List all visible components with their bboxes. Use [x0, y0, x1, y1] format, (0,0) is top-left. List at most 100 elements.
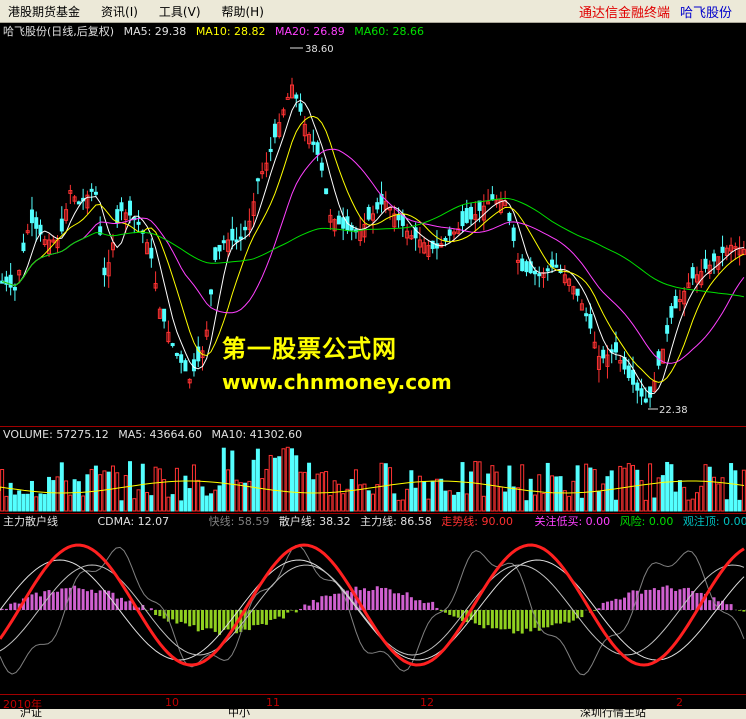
- candle-body: [59, 218, 64, 232]
- candle-body: [230, 228, 235, 241]
- indicator-bar: [439, 610, 443, 612]
- indicator-bar: [30, 594, 34, 610]
- candle-body: [366, 206, 371, 220]
- volume-bar: [541, 493, 546, 512]
- indicator-bar: [414, 600, 418, 610]
- candle-body: [643, 398, 648, 403]
- volume-bar: [686, 499, 691, 512]
- indicator-bar: [674, 590, 678, 610]
- indicator-bar: [742, 610, 746, 612]
- volume-bar: [635, 469, 640, 512]
- indicator-bar: [486, 610, 490, 626]
- fast-line-value: 快线: 58.59: [208, 515, 270, 528]
- candle-body: [507, 212, 512, 222]
- candle-body: [119, 202, 124, 212]
- volume-bar: [196, 479, 201, 512]
- menu-hk-futures[interactable]: 港股期货基金: [0, 3, 93, 20]
- ma20-value: MA20: 26.89: [275, 25, 345, 38]
- candle-body: [601, 349, 606, 359]
- volume-bar: [371, 493, 375, 512]
- indicator-bar: [154, 610, 158, 615]
- candle-body: [29, 209, 34, 224]
- indicator-bar: [218, 610, 222, 635]
- indicator-bar: [524, 610, 528, 629]
- candle-body: [469, 206, 474, 220]
- candle-body: [324, 188, 329, 195]
- indicator-bar: [367, 590, 371, 610]
- volume-bar: [47, 476, 52, 512]
- volume-bar: [324, 471, 329, 512]
- volume-bar: [473, 460, 478, 512]
- trend-line-value: 走势线: 90.00: [441, 515, 513, 528]
- price-chart[interactable]: 38.60 22.38: [0, 40, 746, 426]
- high-label: 38.60: [305, 44, 334, 55]
- status-server[interactable]: 深圳行情主站: [580, 709, 646, 719]
- indicator-bar: [478, 610, 482, 626]
- volume-bar: [200, 486, 205, 512]
- candle-body: [554, 264, 559, 268]
- candle-body: [575, 288, 580, 296]
- indicator-bar: [542, 610, 546, 628]
- candle-body: [179, 354, 184, 363]
- indicator-bar: [222, 610, 226, 630]
- volume-bar: [59, 462, 64, 512]
- volume-bar: [379, 462, 384, 512]
- volume-bar: [294, 455, 299, 512]
- indicator-chart[interactable]: [0, 530, 746, 694]
- indicator-bar: [652, 588, 656, 610]
- indicator-bar: [290, 610, 294, 611]
- volume-bar: [93, 465, 98, 512]
- candle-body: [336, 215, 341, 225]
- status-sme[interactable]: 中小: [228, 709, 250, 719]
- volume-bar: [191, 464, 196, 512]
- indicator-bar: [397, 593, 401, 610]
- menu-right-area: 通达信金融终端 哈飞股份: [579, 2, 746, 21]
- volume-bar: [68, 494, 73, 512]
- volume-bar: [609, 470, 614, 512]
- candle-body: [648, 386, 653, 398]
- indicator-bar: [546, 610, 550, 628]
- volume-bar: [243, 482, 248, 512]
- candle-body: [665, 325, 670, 334]
- status-sh[interactable]: 沪证: [20, 709, 42, 719]
- indicator-bar: [200, 610, 204, 630]
- stock-name[interactable]: 哈飞股份: [680, 2, 732, 21]
- indicator-bar: [205, 610, 209, 629]
- volume-bar: [486, 473, 491, 512]
- indicator-bar: [648, 589, 652, 610]
- candle-body: [669, 306, 674, 318]
- volume-bar: [153, 466, 158, 512]
- indicator-bar: [277, 610, 281, 617]
- indicator-bar: [303, 604, 307, 610]
- menu-info[interactable]: 资讯(I): [93, 3, 151, 20]
- indicator-bar: [311, 599, 315, 610]
- indicator-bar: [269, 610, 273, 620]
- volume-bar: [430, 480, 435, 512]
- candle-body: [490, 194, 495, 201]
- volume-bar: [213, 489, 218, 512]
- volume-bar: [554, 476, 559, 512]
- menu-tools[interactable]: 工具(V): [151, 3, 214, 20]
- indicator-bar: [60, 588, 64, 610]
- axis-label-11: 11: [266, 696, 280, 709]
- cdma-value: CDMA: 12.07: [97, 515, 170, 528]
- volume-bar: [579, 497, 584, 512]
- candle-body: [89, 188, 94, 192]
- volume-bar: [405, 488, 410, 512]
- volume-bar: [707, 466, 712, 512]
- candle-body: [93, 191, 98, 195]
- volume-bar: [669, 464, 674, 512]
- volume-bar: [643, 499, 648, 512]
- volume-chart[interactable]: [0, 443, 746, 513]
- indicator-bar: [9, 603, 13, 610]
- candle-body: [272, 123, 277, 138]
- indicator-bar: [179, 610, 183, 622]
- volume-bar: [375, 484, 380, 512]
- candle-body: [128, 200, 133, 216]
- indicator-bar: [316, 602, 320, 610]
- watermark-title: 第一股票公式网: [222, 335, 397, 363]
- indicator-bar: [665, 585, 669, 610]
- indicator-bar: [678, 589, 682, 610]
- watch-buy-value: 关注低买: 0.00: [534, 515, 611, 528]
- menu-help[interactable]: 帮助(H): [214, 3, 277, 20]
